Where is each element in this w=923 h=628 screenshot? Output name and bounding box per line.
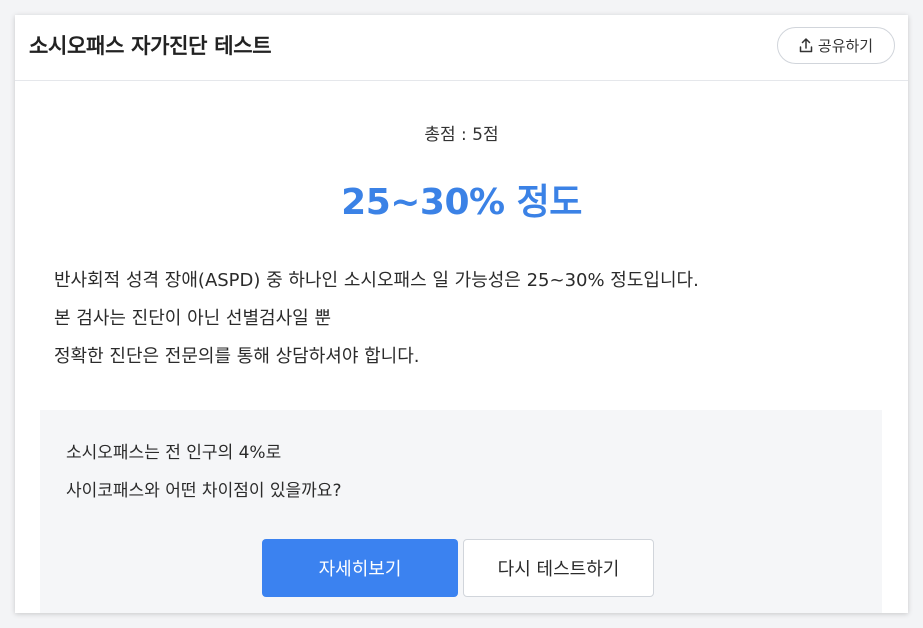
- info-box: 소시오패스는 전 인구의 4%로 사이코패스와 어떤 차이점이 있을까요? 자세…: [40, 410, 882, 613]
- view-details-button[interactable]: 자세히보기: [262, 539, 458, 597]
- info-text: 소시오패스는 전 인구의 4%로 사이코패스와 어떤 차이점이 있을까요?: [66, 434, 341, 510]
- score-text: 총점 : 5점: [424, 125, 499, 145]
- result-description: 반사회적 성격 장애(ASPD) 중 하나인 소시오패스 일 가능성은 25~3…: [54, 262, 699, 376]
- description-line: 반사회적 성격 장애(ASPD) 중 하나인 소시오패스 일 가능성은 25~3…: [54, 270, 699, 291]
- card-header: 소시오패스 자가진단 테스트 공유하기: [15, 15, 908, 81]
- info-line: 소시오패스는 전 인구의 4%로: [66, 443, 282, 463]
- result-card: 소시오패스 자가진단 테스트 공유하기 총점 : 5점 25~30% 정도 반사…: [15, 15, 908, 613]
- description-line: 본 검사는 진단이 아닌 선별검사일 뿐: [54, 308, 332, 329]
- share-button[interactable]: 공유하기: [777, 27, 895, 64]
- share-label: 공유하기: [817, 37, 874, 55]
- description-line: 정확한 진단은 전문의를 통해 상담하셔야 합니다.: [54, 346, 420, 367]
- upload-icon: [799, 38, 813, 53]
- page-title: 소시오패스 자가진단 테스트: [29, 34, 272, 58]
- info-line: 사이코패스와 어떤 차이점이 있을까요?: [66, 481, 342, 501]
- retake-test-button[interactable]: 다시 테스트하기: [463, 539, 654, 597]
- result-headline: 25~30% 정도: [341, 182, 582, 223]
